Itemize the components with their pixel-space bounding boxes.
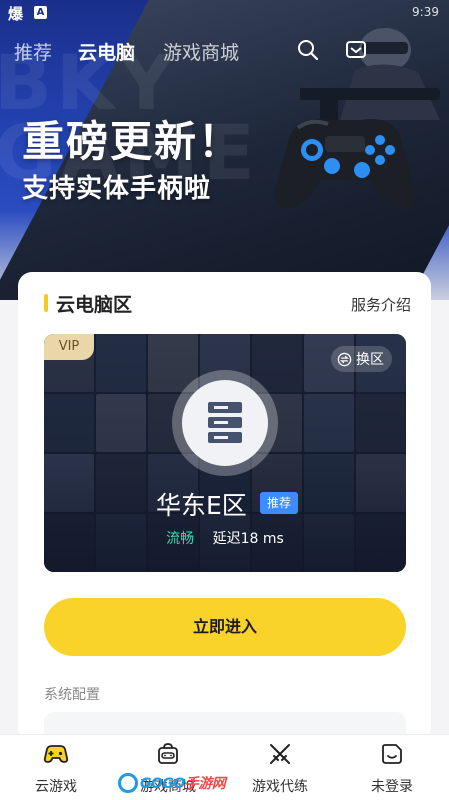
switch-icon xyxy=(337,352,352,366)
status-bar: 爆 A 9:39 xyxy=(0,0,449,26)
store-icon xyxy=(158,743,178,764)
watermark-logo-icon xyxy=(118,773,138,793)
status-smooth: 流畅 xyxy=(166,531,195,547)
top-nav: 推荐 云电脑 游戏商城 xyxy=(0,30,449,70)
banner-subheadline: 支持实体手柄啦 xyxy=(22,174,212,204)
banner-headline: 重磅更新！ xyxy=(22,117,243,166)
section-title: 云电脑区 xyxy=(56,294,133,316)
recommend-tag: 推荐 xyxy=(260,492,299,514)
enter-now-button[interactable]: 立即进入 xyxy=(44,598,406,656)
message-icon[interactable] xyxy=(344,38,368,62)
hero-banner[interactable]: BKY GAME 爆 A 9:39 推荐 云电脑 游戏商城 重磅更新！ 支持实体… xyxy=(0,0,449,300)
crossed-swords-icon xyxy=(270,744,290,764)
bottom-nav-label: 未登录 xyxy=(371,779,413,795)
gamepad-icon xyxy=(43,745,69,763)
gamepad-illustration xyxy=(274,119,416,209)
card-header: 云电脑区 服务介绍 xyxy=(18,272,431,332)
title-accent-bar xyxy=(44,294,48,312)
service-intro-link[interactable]: 服务介绍 xyxy=(351,294,411,315)
server-icon-core xyxy=(182,380,268,466)
bottom-nav-profile[interactable]: 未登录 xyxy=(336,735,448,800)
tab-game-store[interactable]: 游戏商城 xyxy=(163,38,239,65)
cloud-pc-card: 云电脑区 服务介绍 VIP 换区 华东E区 推荐 流畅 延迟18 ms 立即进入… xyxy=(18,272,431,752)
tab-cloud-pc[interactable]: 云电脑 xyxy=(78,38,135,65)
status-badge: A xyxy=(34,6,47,19)
site-watermark: GOGO手游网 xyxy=(118,772,226,794)
tab-recommend[interactable]: 推荐 xyxy=(14,38,52,65)
bottom-nav-cloud-games[interactable]: 云游戏 xyxy=(0,735,112,800)
search-icon[interactable] xyxy=(296,38,320,62)
bottom-nav-boosting[interactable]: 游戏代练 xyxy=(224,735,336,800)
vip-badge: VIP xyxy=(44,334,94,360)
server-stats: 流畅 延迟18 ms xyxy=(44,528,406,548)
switch-region-label: 换区 xyxy=(356,352,384,368)
latency-text: 延迟18 ms xyxy=(212,531,284,547)
bottom-nav-label: 游戏代练 xyxy=(252,779,308,795)
server-rack-icon xyxy=(208,402,242,443)
server-panel[interactable]: VIP 换区 华东E区 推荐 流畅 延迟18 ms xyxy=(44,334,406,572)
user-face-icon xyxy=(382,744,402,764)
server-icon-ring xyxy=(172,370,278,476)
status-app-glyph: 爆 xyxy=(8,5,24,23)
status-time: 9:39 xyxy=(412,5,439,19)
bottom-nav-label: 云游戏 xyxy=(35,779,77,795)
watermark-text: GOGO手游网 xyxy=(140,776,226,792)
system-config-label: 系统配置 xyxy=(44,687,100,703)
server-name: 华东E区 xyxy=(156,491,247,520)
switch-region-button[interactable]: 换区 xyxy=(331,346,392,372)
